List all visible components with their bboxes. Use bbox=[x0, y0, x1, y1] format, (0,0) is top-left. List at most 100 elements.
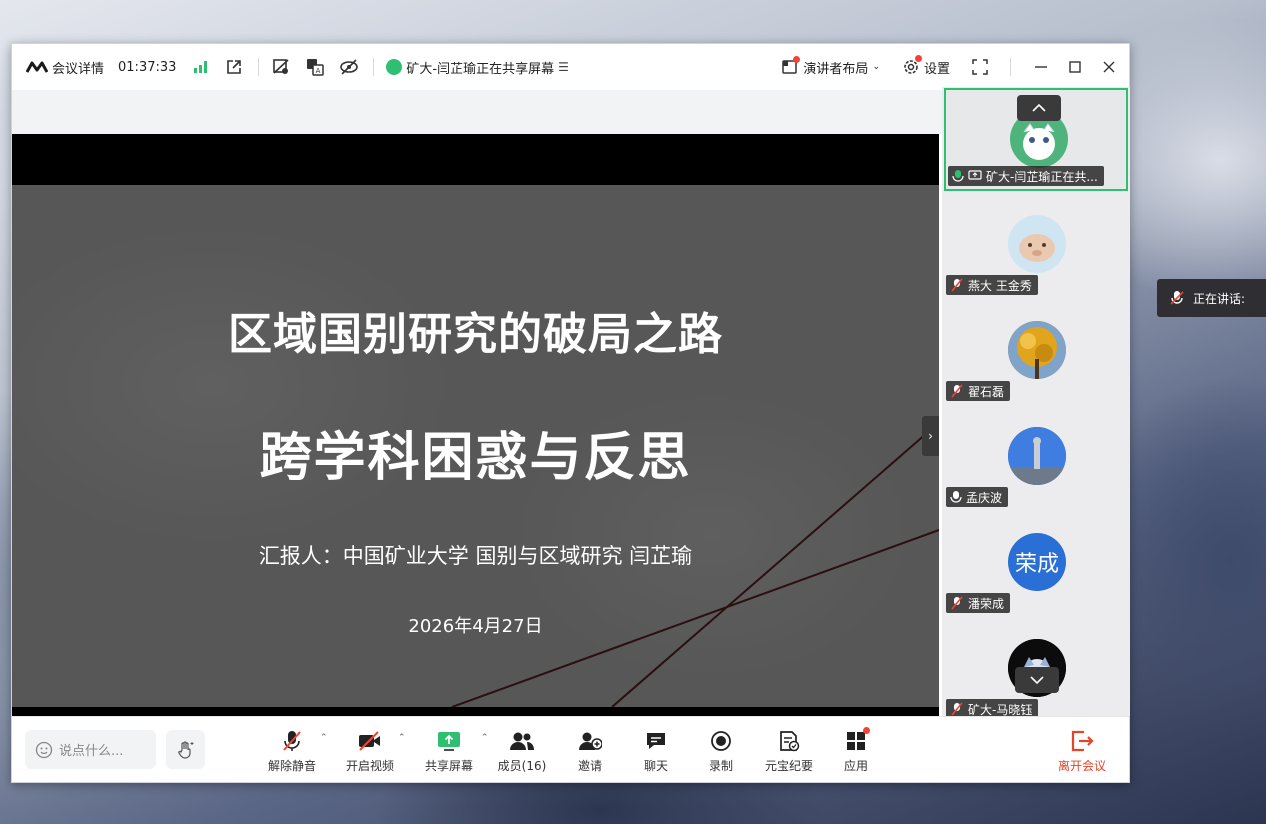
minutes-doc-icon bbox=[780, 731, 800, 752]
maximize-icon[interactable] bbox=[1065, 57, 1085, 77]
menu-lines-icon: ☰ bbox=[558, 60, 569, 74]
screen-share-status-icon bbox=[386, 59, 403, 75]
close-icon[interactable] bbox=[1099, 57, 1119, 77]
participant-tile[interactable]: 翟石磊 bbox=[944, 301, 1128, 404]
collapse-panel-button[interactable]: › bbox=[922, 416, 939, 456]
record-icon bbox=[711, 731, 731, 751]
settings-button[interactable]: 设置 bbox=[902, 54, 950, 77]
notification-dot bbox=[914, 54, 922, 62]
avatar-initials: 荣成 bbox=[1014, 552, 1059, 577]
scroll-up-button[interactable] bbox=[1017, 95, 1061, 121]
avatar bbox=[1008, 215, 1066, 273]
participant-name: 孟庆波 bbox=[966, 490, 1003, 505]
participant-list[interactable]: 矿大-闫芷瑜正在共... 燕大 王金秀 翟石磊 孟庆波 荣成 潘荣成 矿大-马晓… bbox=[942, 87, 1130, 716]
invite-button[interactable]: 邀请 bbox=[560, 729, 620, 775]
mic-muted-icon bbox=[951, 384, 963, 398]
share-screen-button[interactable]: 共享屏幕 ⌃ bbox=[419, 729, 489, 775]
raise-hand-button[interactable] bbox=[166, 730, 205, 769]
slide-subtitle: 跨学科困惑与反思 bbox=[259, 428, 692, 488]
mic-muted-icon bbox=[951, 278, 963, 292]
participant-name-tag: 矿大-马晓钰 bbox=[946, 699, 1039, 716]
participant-name: 潘荣成 bbox=[968, 596, 1005, 611]
avatar: 荣成 bbox=[1008, 533, 1066, 591]
share-header-strip bbox=[12, 90, 942, 134]
notification-dot bbox=[863, 727, 870, 734]
minimize-icon[interactable] bbox=[1031, 57, 1051, 77]
scroll-down-button[interactable] bbox=[1015, 667, 1059, 693]
slide-author: 汇报人：中国矿业大学 国别与区域研究 闫芷瑜 bbox=[258, 544, 693, 568]
signal-strength-icon[interactable] bbox=[190, 57, 210, 77]
participant-name-tag: 翟石磊 bbox=[946, 381, 1011, 401]
meeting-duration: 01:37:33 bbox=[118, 60, 176, 75]
participant-name: 矿大-闫芷瑜正在共... bbox=[986, 169, 1098, 184]
invite-label: 邀请 bbox=[577, 759, 602, 773]
share-screen-icon bbox=[438, 732, 460, 751]
members-button[interactable]: 成员(16) bbox=[492, 729, 552, 775]
avatar bbox=[1008, 427, 1066, 485]
fullscreen-icon[interactable] bbox=[970, 57, 990, 77]
speaking-indicator[interactable]: 正在讲话: bbox=[1157, 279, 1266, 317]
notification-dot bbox=[793, 55, 801, 63]
apps-button[interactable]: 应用 bbox=[826, 727, 886, 775]
participant-tile[interactable]: 矿大-闫芷瑜正在共... bbox=[944, 88, 1128, 191]
meeting-details-label: 会议详情 bbox=[52, 61, 105, 77]
speaking-label: 正在讲话: bbox=[1193, 291, 1246, 306]
unmute-label: 解除静音 bbox=[267, 759, 316, 773]
ai-minutes-button[interactable]: 元宝纪要 bbox=[759, 729, 819, 775]
sharing-status-text: 矿大-闫芷瑜正在共享屏幕 bbox=[406, 61, 555, 77]
meeting-details-button[interactable]: 会议详情 bbox=[26, 58, 104, 77]
slide-title: 区域国别研究的破局之路 bbox=[228, 309, 723, 360]
external-link-icon[interactable] bbox=[224, 57, 244, 77]
start-video-label: 开启视频 bbox=[345, 759, 394, 773]
chevron-up-icon[interactable]: ⌃ bbox=[320, 733, 328, 743]
members-label: 成员(16) bbox=[497, 759, 547, 773]
meeting-toolbar: 说点什么... 解除静音 ⌃ 开启视频 ⌃ 共享屏幕 ⌃ 成员(16) 邀请 聊… bbox=[12, 716, 1129, 782]
mic-active-icon bbox=[952, 170, 964, 182]
chevron-down-icon bbox=[1030, 676, 1044, 684]
participant-tile[interactable]: 矿大-马晓钰 bbox=[944, 619, 1128, 716]
add-user-icon bbox=[579, 732, 602, 750]
caption-translate-icon[interactable]: A bbox=[305, 57, 325, 77]
apps-label: 应用 bbox=[843, 759, 868, 773]
participant-tile[interactable]: 孟庆波 bbox=[944, 407, 1128, 510]
participant-tile[interactable]: 荣成 潘荣成 bbox=[944, 513, 1128, 616]
hide-view-icon[interactable] bbox=[339, 57, 359, 77]
leave-meeting-button[interactable]: 离开会议 bbox=[1052, 729, 1112, 775]
chevron-right-icon: › bbox=[928, 429, 933, 443]
participant-name: 燕大 王金秀 bbox=[968, 278, 1032, 293]
chevron-up-icon[interactable]: ⌃ bbox=[398, 733, 406, 743]
chevron-up-icon[interactable]: ⌃ bbox=[481, 733, 489, 743]
layout-dropdown[interactable]: 演讲者布局 ⌄ bbox=[781, 55, 880, 77]
avatar bbox=[1008, 321, 1066, 379]
record-label: 录制 bbox=[708, 759, 733, 773]
meeting-logo-icon bbox=[26, 61, 48, 73]
divider bbox=[373, 58, 375, 76]
layout-label: 演讲者布局 bbox=[803, 61, 869, 77]
duration-text: 01:37:33 bbox=[118, 59, 177, 75]
chat-label: 聊天 bbox=[643, 759, 668, 773]
window-controls: 演讲者布局 ⌄ 设置 bbox=[781, 44, 1119, 90]
record-button[interactable]: 录制 bbox=[691, 729, 751, 775]
chat-button[interactable]: 聊天 bbox=[626, 729, 686, 775]
unmute-button[interactable]: 解除静音 ⌃ bbox=[262, 729, 328, 775]
quick-chat-input[interactable]: 说点什么... bbox=[25, 730, 156, 769]
participant-name: 翟石磊 bbox=[968, 384, 1005, 399]
mic-muted-icon bbox=[283, 731, 301, 751]
mic-muted-icon bbox=[951, 596, 963, 610]
chevron-down-icon: ⌄ bbox=[872, 62, 880, 72]
participant-name-tag: 矿大-闫芷瑜正在共... bbox=[948, 166, 1104, 186]
ai-minutes-label: 元宝纪要 bbox=[764, 759, 813, 773]
mic-icon bbox=[950, 491, 962, 503]
hand-icon bbox=[177, 740, 193, 759]
chat-placeholder: 说点什么... bbox=[59, 744, 124, 759]
start-video-button[interactable]: 开启视频 ⌃ bbox=[340, 729, 406, 775]
no-remote-control-icon[interactable] bbox=[271, 57, 291, 77]
meeting-window: 会议详情 01:37:33 A 矿大-闫芷瑜正在共享屏幕 ☰ 演讲者布局 ⌄ 设… bbox=[11, 43, 1130, 783]
mic-muted-icon bbox=[1170, 291, 1184, 305]
participant-tile[interactable]: 燕大 王金秀 bbox=[944, 195, 1128, 298]
chevron-up-icon bbox=[1032, 104, 1046, 112]
slide-date: 2026年4月27日 bbox=[408, 616, 543, 637]
sharing-status[interactable]: 矿大-闫芷瑜正在共享屏幕 ☰ bbox=[386, 58, 569, 77]
leave-label: 离开会议 bbox=[1057, 759, 1106, 773]
shared-screen[interactable]: 区域国别研究的破局之路 跨学科困惑与反思 汇报人：中国矿业大学 国别与区域研究 … bbox=[12, 134, 939, 716]
